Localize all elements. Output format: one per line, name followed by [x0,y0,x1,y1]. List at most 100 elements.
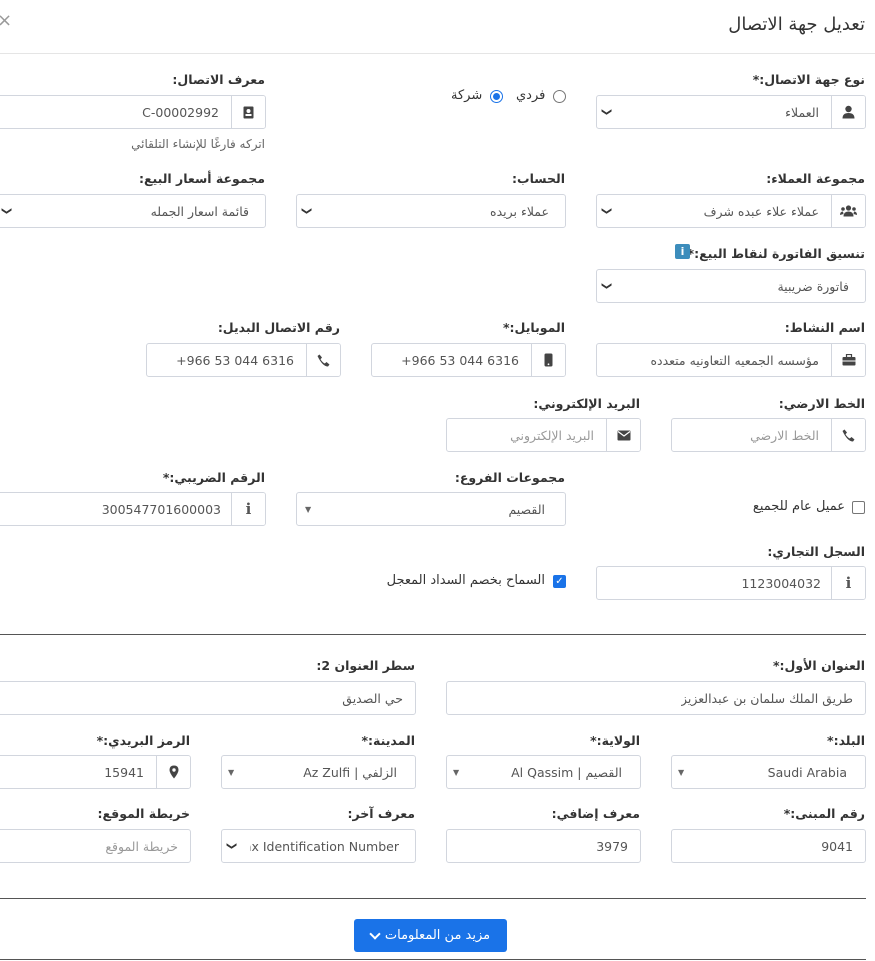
country-label: البلد:* [827,733,865,748]
caret-down-icon: ▼ [678,767,685,777]
additional-id-value: 3979 [596,838,628,854]
mobile-input[interactable]: +966 53 044 6316 [371,343,566,377]
cr-number-input[interactable]: i 1123004032 [596,566,866,600]
chevron-down-icon: ❯ [226,841,238,851]
alt-number-label: رقم الاتصال البديل: [217,320,340,335]
chevron-down-icon: ❯ [601,206,613,216]
branch-groups-select[interactable]: القصيم ▼ [296,492,566,526]
account-value: عملاء بريده [490,203,549,219]
price-group-select[interactable]: قائمة اسعار الجمله ❯ [0,194,266,228]
footer-divider [0,898,866,899]
radio-individual[interactable] [553,90,566,103]
country-value: Saudi Arabia [767,764,847,780]
alt-number-input[interactable]: +966 53 044 6316 [146,343,341,377]
building-no-input[interactable]: 9041 [671,829,866,863]
contact-type-value: العملاء [785,104,819,120]
walk-in-label: عميل عام للجميع [752,499,845,514]
caret-down-icon: ▼ [228,767,235,777]
other-id-select[interactable]: Tax Identification Number ❯ [221,829,416,863]
zip-input[interactable]: 15941 [0,755,191,789]
landline-input[interactable]: الخط الارضي [671,418,866,452]
early-payment-label: السماح بخصم السداد المعجل [386,573,545,588]
alt-number-value: +966 53 044 6316 [176,352,294,368]
email-placeholder: البريد الإلكتروني [510,427,594,443]
mobile-value: +966 53 044 6316 [401,352,519,368]
email-label: البريد الإلكتروني: [533,396,640,411]
customer-group-label: مجموعة العملاء: [766,171,865,186]
header-divider [0,53,875,54]
mobile-label: الموبايل:* [503,320,565,335]
landline-label: الخط الارضي: [778,396,865,411]
business-name-input[interactable]: مؤسسه الجمعيه التعاونيه متعدده [596,343,866,377]
contact-type-select[interactable]: العملاء ❯ [596,95,866,129]
building-no-value: 9041 [821,838,853,854]
briefcase-icon [831,344,865,376]
modal-title: تعديل جهة الاتصال [728,14,865,35]
additional-id-input[interactable]: 3979 [446,829,641,863]
caret-down-icon: ▼ [453,767,460,777]
country-select[interactable]: Saudi Arabia ▼ [671,755,866,789]
address2-label: سطر العنوان 2: [316,658,415,673]
tax-number-label: الرقم الضريبي:* [162,470,265,485]
radio-company-label: شركة [451,88,483,103]
info-icon: i [231,493,265,525]
address1-label: العنوان الأول:* [772,658,865,673]
chevron-down-icon [369,927,381,940]
business-name-value: مؤسسه الجمعيه التعاونيه متعدده [650,352,819,368]
email-input[interactable]: البريد الإلكتروني [446,418,641,452]
close-icon[interactable]: × [0,10,12,31]
building-no-label: رقم المبنى:* [783,806,865,821]
contact-id-value: C-00002992 [142,104,219,120]
chevron-down-icon: ❯ [301,206,313,216]
cr-number-value: 1123004032 [741,575,821,591]
map-input[interactable]: خريطة الموقع [0,829,191,863]
chevron-down-icon: ❯ [601,281,613,291]
users-icon [831,195,865,227]
state-label: الولاية:* [590,733,640,748]
state-select[interactable]: Al Qassim | القصيم ▼ [446,755,641,789]
contact-id-input[interactable]: C-00002992 [0,95,266,129]
account-select[interactable]: عملاء بريده ❯ [296,194,566,228]
info-icon[interactable]: i [675,244,690,259]
zip-label: الرمز البريدي:* [96,733,190,748]
mobile-icon [531,344,565,376]
landline-placeholder: الخط الارضي [750,427,819,443]
cr-number-label: السجل التجاري: [767,544,865,559]
invoice-layout-value: فاتورة ضريبية [777,278,849,294]
additional-id-label: معرف إضافي: [551,806,640,821]
tax-number-input[interactable]: i 300547701600003 [0,492,266,526]
address2-value: حي الصديق [342,690,403,706]
price-group-value: قائمة اسعار الجمله [150,203,249,219]
more-info-button[interactable]: مزيد من المعلومات [354,919,507,952]
contact-type-label: نوع جهة الاتصال:* [752,72,865,87]
business-name-label: اسم النشاط: [784,320,865,335]
zip-value: 15941 [104,764,144,780]
radio-company[interactable] [490,90,503,103]
invoice-layout-select[interactable]: فاتورة ضريبية ❯ [596,269,866,303]
price-group-label: مجموعة أسعار البيع: [138,171,265,186]
envelope-icon [606,419,640,451]
customer-group-value: عملاء علاء عبده شرف [703,203,819,219]
phone-icon [831,419,865,451]
invoice-layout-label: تنسيق الفاتورة لنقاط البيع:* [687,246,865,261]
phone-icon [306,344,340,376]
chevron-down-icon: ❯ [1,206,13,216]
address1-value: طريق الملك سلمان بن عبدالعزيز [680,690,853,706]
customer-group-select[interactable]: عملاء علاء عبده شرف ❯ [596,194,866,228]
chevron-down-icon: ❯ [601,107,613,117]
tax-number-value: 300547701600003 [101,501,221,517]
early-payment-checkbox[interactable]: ✓ [553,575,566,588]
address1-input[interactable]: طريق الملك سلمان بن عبدالعزيز [446,681,866,715]
walk-in-checkbox[interactable] [852,501,865,514]
map-marker-icon [156,756,190,788]
contact-id-label: معرف الاتصال: [172,72,265,87]
branch-groups-label: مجموعات الفروع: [454,470,565,485]
state-value: Al Qassim | القصيم [511,764,622,780]
other-id-value: Tax Identification Number [250,838,399,854]
account-label: الحساب: [512,171,565,186]
city-select[interactable]: Az Zulfi | الزلفي ▼ [221,755,416,789]
more-info-label: مزيد من المعلومات [384,928,491,943]
address2-input[interactable]: حي الصديق [0,681,416,715]
other-id-label: معرف آخر: [347,806,415,821]
caret-down-icon: ▼ [305,504,312,514]
